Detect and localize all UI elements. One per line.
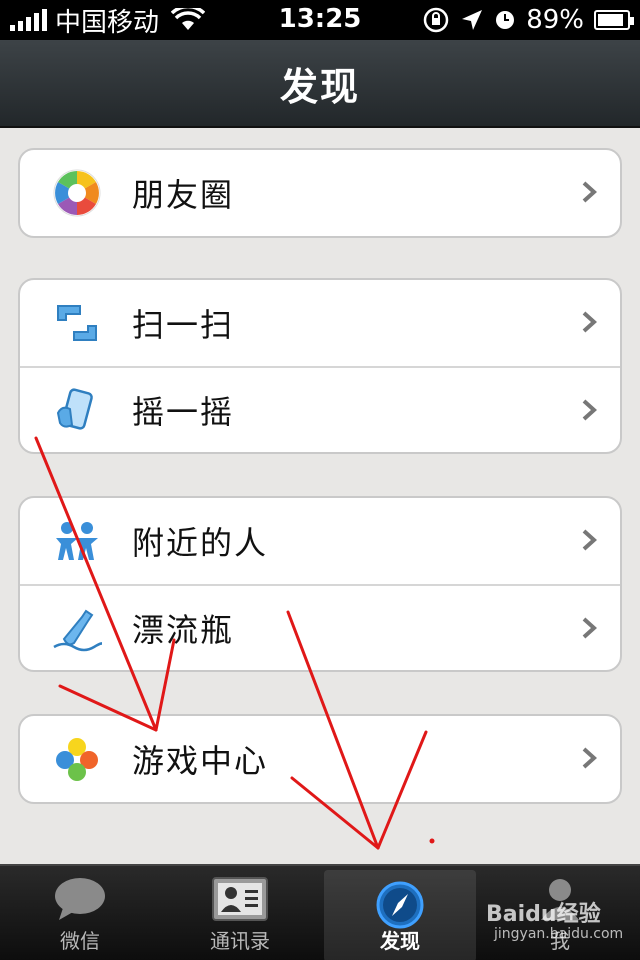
wifi-icon [171,8,206,30]
group-scan-shake: 扫一扫 摇一摇 [18,278,622,454]
watermark-url: jingyan.baidu.com [494,926,624,942]
cell-label: 朋友圈 [132,176,235,214]
status-bar: 中国移动 13:25 89% [0,0,640,40]
people-nearby-icon [52,516,102,566]
group-moments: 朋友圈 [18,148,622,238]
contacts-icon [212,877,268,921]
compass-icon [376,881,424,929]
signal-strength-icon [10,9,47,31]
group-nearby-bottle: 附近的人 漂流瓶 [18,496,622,672]
baidu-jingyan-watermark: Baidu经验 [486,902,601,927]
cell-shake[interactable]: 摇一摇 [20,366,620,452]
tab-contacts[interactable]: 通讯录 [160,866,320,960]
game-center-icon [52,734,102,784]
tab-discover[interactable]: 发现 [324,870,476,960]
battery-icon [594,10,634,30]
cell-people-nearby[interactable]: 附近的人 [20,498,620,584]
battery-percent: 89% [526,5,584,35]
tab-label: 通讯录 [210,929,270,953]
tab-label: 微信 [60,929,100,953]
moments-icon [52,168,102,218]
cell-label: 摇一摇 [132,393,235,431]
chevron-right-icon [582,311,597,333]
chat-bubble-icon [55,878,105,920]
cell-scan[interactable]: 扫一扫 [20,280,620,366]
drift-bottle-icon [52,603,102,653]
cell-drift-bottle[interactable]: 漂流瓶 [20,584,620,670]
cell-label: 附近的人 [132,524,269,562]
annotation-dot [429,838,435,844]
nav-bar: 发现 [0,40,640,128]
cell-label: 漂流瓶 [132,611,235,649]
scan-icon [52,298,102,348]
annotation-arrows [34,436,435,850]
group-game-center: 游戏中心 [18,714,622,804]
chevron-right-icon [582,617,597,639]
rotation-lock-icon [423,7,449,33]
chevron-right-icon [582,529,597,551]
shake-icon [52,385,102,435]
carrier-name: 中国移动 [55,7,160,38]
chevron-right-icon [582,181,597,203]
cell-moments[interactable]: 朋友圈 [20,150,620,236]
location-arrow-icon [462,10,483,30]
page-title: 发现 [279,64,360,109]
cell-game-center[interactable]: 游戏中心 [20,716,620,802]
cell-label: 扫一扫 [132,306,235,344]
alarm-clock-icon [496,11,515,29]
chevron-right-icon [582,747,597,769]
chevron-right-icon [582,399,597,421]
cell-label: 游戏中心 [132,742,269,780]
tab-wechat[interactable]: 微信 [0,866,160,960]
